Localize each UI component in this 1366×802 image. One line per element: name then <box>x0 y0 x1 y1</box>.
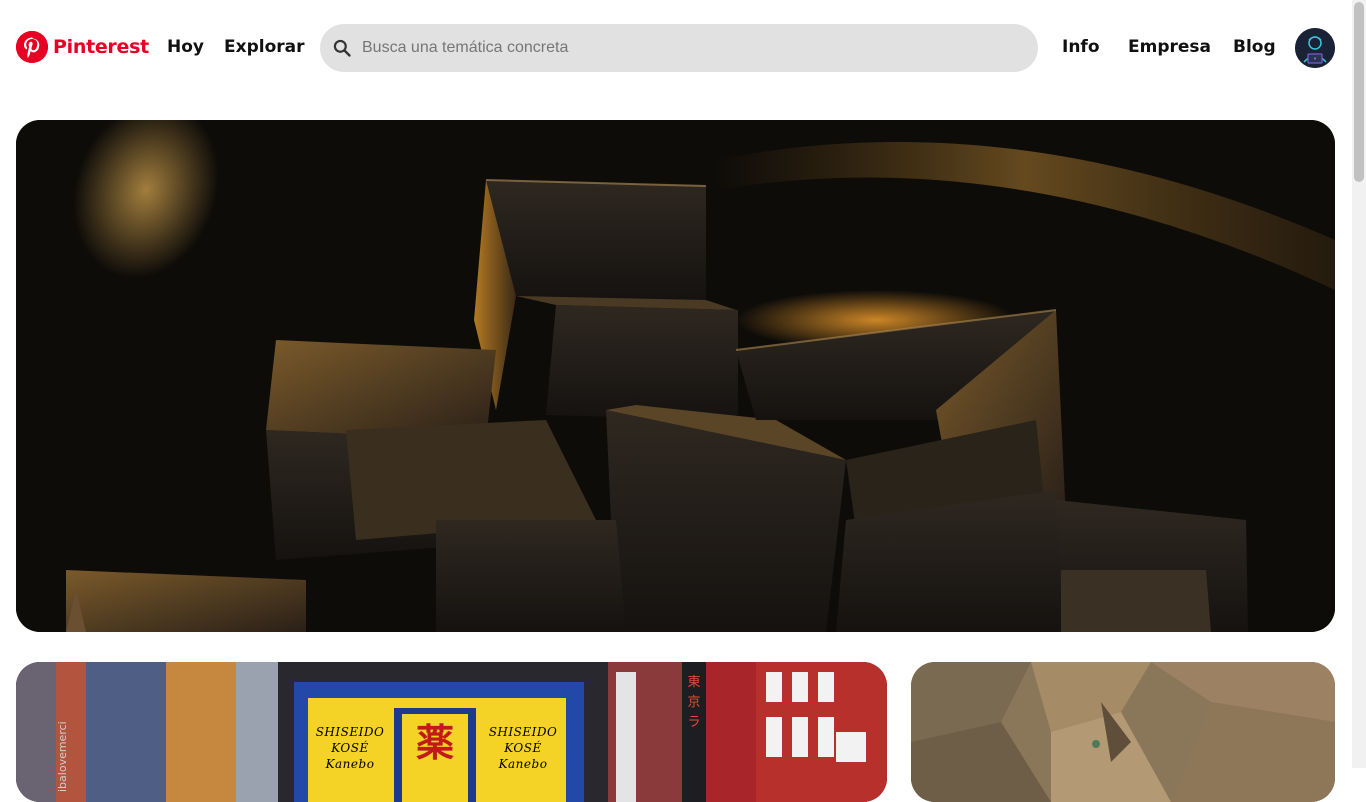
svg-text:Kanebo: Kanebo <box>325 757 375 771</box>
brand-name: Pinterest <box>53 36 149 58</box>
svg-text:京: 京 <box>687 695 700 710</box>
svg-text:Kanebo: Kanebo <box>498 757 548 771</box>
nav-link-info[interactable]: Info <box>1062 37 1100 57</box>
abstract-geometric-image <box>16 120 1335 632</box>
svg-text:ラ: ラ <box>687 715 700 730</box>
nav-link-blog[interactable]: Blog <box>1233 37 1276 57</box>
search-icon <box>333 39 351 57</box>
user-avatar[interactable] <box>1295 28 1335 68</box>
pinterest-logo[interactable]: Pinterest <box>16 31 149 63</box>
page-scrollbar[interactable] <box>1352 0 1366 768</box>
scrollbar-thumb[interactable] <box>1354 2 1364 182</box>
pinterest-logo-icon <box>16 31 48 63</box>
hero-pin-image[interactable] <box>16 120 1335 632</box>
svg-text:薬: 薬 <box>416 720 454 765</box>
nav-link-empresa[interactable]: Empresa <box>1128 37 1211 57</box>
search-bar[interactable] <box>320 24 1038 72</box>
svg-text:KOSÉ: KOSÉ <box>330 740 368 755</box>
svg-text:東: 東 <box>687 674 700 690</box>
rock-cliff-image <box>911 662 1335 802</box>
nav-link-explorar[interactable]: Explorar <box>224 37 305 57</box>
pin-city-street[interactable]: 薬 SHISEIDO KOSÉ Kanebo SHISEIDO KOSÉ Kan… <box>16 662 887 802</box>
city-street-image: 薬 SHISEIDO KOSÉ Kanebo SHISEIDO KOSÉ Kan… <box>16 662 887 802</box>
svg-text:SHISEIDO: SHISEIDO <box>489 725 558 739</box>
user-avatar-icon <box>1295 28 1335 68</box>
svg-text:SHISEIDO: SHISEIDO <box>316 725 385 739</box>
pin-rock-cliff[interactable] <box>911 662 1335 802</box>
top-navigation: Pinterest Hoy Explorar Info Empresa Blog <box>0 0 1352 96</box>
nav-link-hoy[interactable]: Hoy <box>167 37 204 57</box>
search-input[interactable] <box>360 24 1020 72</box>
svg-text:KOSÉ: KOSÉ <box>503 740 541 755</box>
svg-text:ibalovemerci: ibalovemerci <box>56 721 69 792</box>
